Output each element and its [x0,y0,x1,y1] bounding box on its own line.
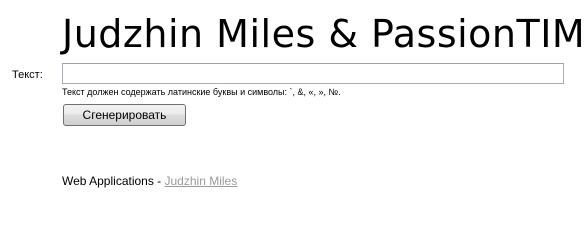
input-hint: Текст должен содержать латинские буквы и… [62,87,341,97]
footer: Web Applications - Judzhin Miles [62,174,237,188]
text-field-label: Текст: [12,69,43,81]
footer-prefix: Web Applications - [62,174,165,188]
site-title-banner: Judzhin Miles & PassionTIME [62,12,586,56]
generate-button[interactable]: Сгенерировать [63,104,186,126]
author-link[interactable]: Judzhin Miles [165,174,238,188]
text-input[interactable] [62,63,564,84]
